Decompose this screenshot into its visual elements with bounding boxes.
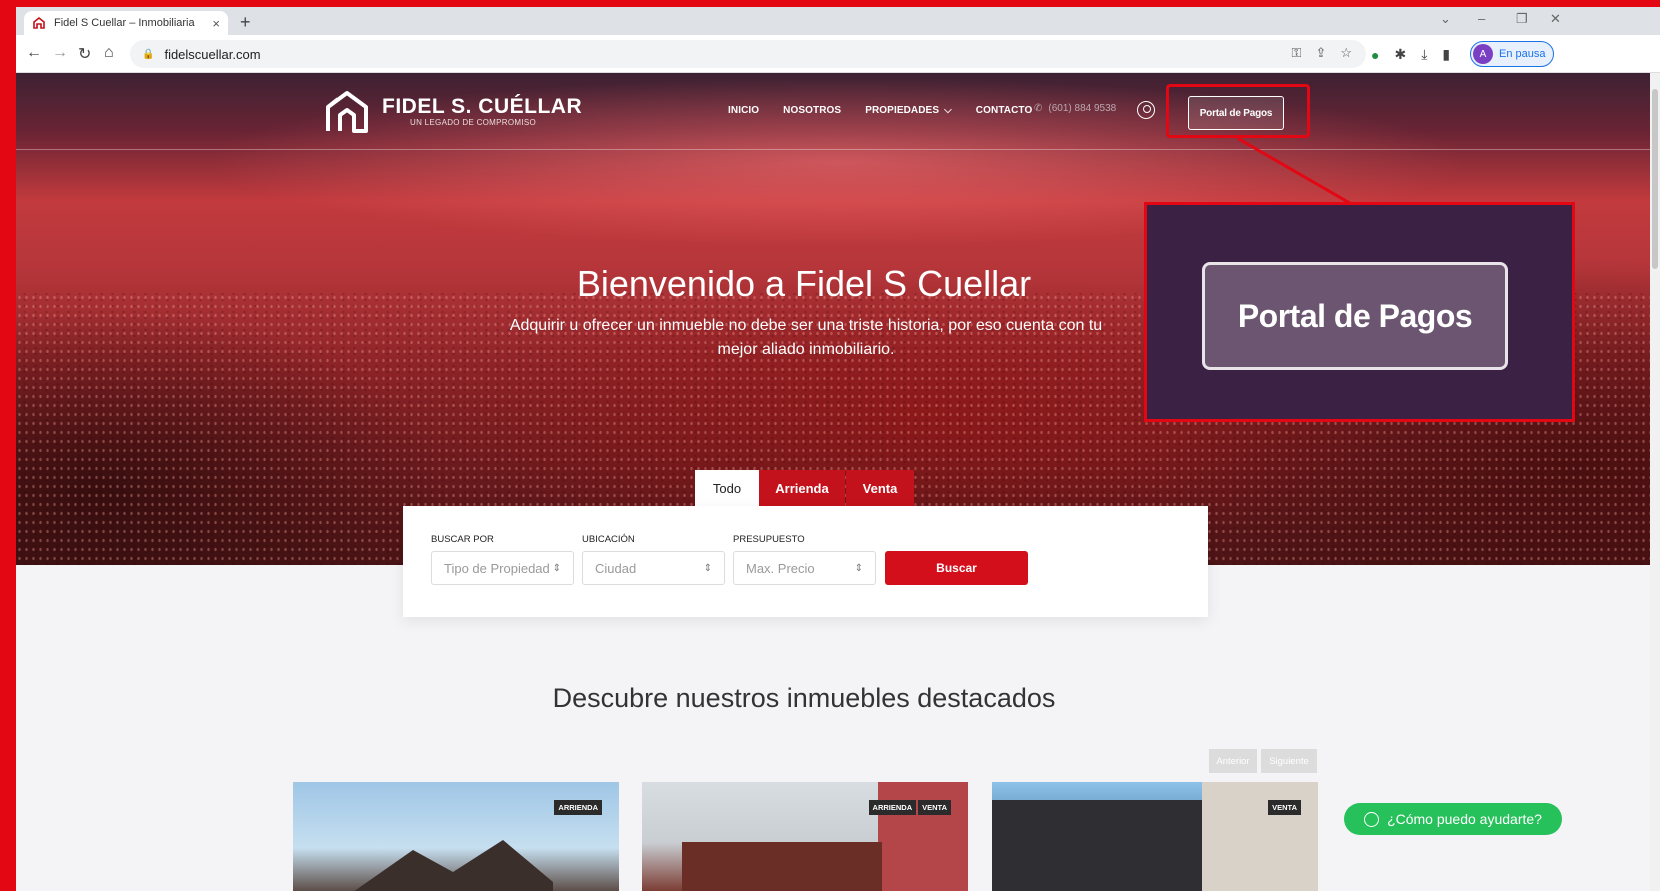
back-icon[interactable]: ← [26,44,42,62]
lock-icon: 🔒 [142,48,155,60]
share-icon[interactable]: ⇪ [1315,45,1326,61]
property-type-label: BUSCAR POR [431,534,494,545]
zoomed-portal-button: Portal de Pagos [1202,262,1508,370]
property-type-select[interactable]: Tipo de Propiedad ⇕ [431,551,574,585]
profile-chip[interactable]: A En pausa [1470,41,1555,67]
extensions-puzzle-icon[interactable]: ✱ [1394,46,1406,63]
search-type-tabs: Todo Arrienda Venta [695,470,914,507]
next-button[interactable]: Siguiente [1261,749,1317,773]
chevron-down-icon: ⌵ [944,105,952,116]
property-card[interactable]: ARRIENDA VENTA [642,782,968,891]
browser-menu-icon[interactable]: ⋮ [1654,45,1660,62]
bookmark-star-icon[interactable]: ☆ [1340,45,1352,61]
tab-arrienda[interactable]: Arrienda [759,470,845,507]
phone-number: (601) 884 9538 [1048,103,1117,114]
side-panel-icon[interactable]: ▮ [1442,46,1450,63]
location-select[interactable]: Ciudad ⇕ [582,551,725,585]
select-arrows-icon: ⇕ [552,562,561,574]
status-badge: VENTA [918,800,951,815]
property-type-placeholder: Tipo de Propiedad [444,560,550,576]
key-icon[interactable]: ⚿ [1292,45,1302,61]
restore-icon[interactable]: ❐ [1516,11,1528,27]
house-logo-icon [326,91,368,133]
status-badge: ARRIENDA [554,800,602,815]
phone-icon: ✆ [1034,103,1043,114]
location-field: UBICACIÓN Ciudad ⇕ [582,534,725,585]
location-label: UBICACIÓN [582,534,635,545]
hero-subtitle: Adquirir u ofrecer un inmueble no debe s… [509,317,1103,358]
property-card[interactable]: ARRIENDA [293,782,619,891]
forward-icon[interactable]: → [52,44,68,62]
annotation-zoom-callout: Portal de Pagos [1144,202,1575,422]
prev-button[interactable]: Anterior [1209,749,1257,773]
tab-close-icon[interactable]: × [212,16,220,31]
site-logo[interactable]: FIDEL S. CUÉLLAR UN LEGADO DE COMPROMISO [324,89,582,133]
scrollbar-thumb[interactable] [1652,89,1658,269]
select-arrows-icon: ⇕ [854,562,863,574]
tab-todo[interactable]: Todo [695,470,759,507]
phone-link[interactable]: ✆ (601) 884 9538 [1034,103,1116,114]
whatsapp-label: ¿Cómo puedo ayudarte? [1387,811,1542,827]
featured-title: Descubre nuestros inmuebles destacados [552,683,1056,713]
select-arrows-icon: ⇕ [703,562,712,574]
browser-tab[interactable]: Fidel S Cuellar – Inmobiliaria × [24,11,228,35]
tab-title: Fidel S Cuellar – Inmobiliaria [54,17,195,29]
address-bar-row: ← → ↻ ⌂ 🔒 fidelscuellar.com ⚿ ⇪ ☆ ● ✱ ⤓ … [16,35,1660,73]
url-field[interactable]: 🔒 fidelscuellar.com ⚿ ⇪ ☆ [130,40,1366,68]
minimize-icon[interactable]: – [1478,11,1485,26]
profile-status: En pausa [1499,48,1546,60]
location-placeholder: Ciudad [595,560,637,576]
nav-nosotros[interactable]: NOSOTROS [783,105,841,116]
nav-propiedades[interactable]: PROPIEDADES ⌵ [865,105,952,116]
whatsapp-icon [1364,811,1380,827]
nav-propiedades-label: PROPIEDADES [865,105,940,116]
main-nav: INICIO NOSOTROS PROPIEDADES ⌵ CONTACTO [728,105,1032,116]
tab-venta[interactable]: Venta [846,470,914,507]
reload-icon[interactable]: ↻ [78,44,91,64]
facade-image [1202,782,1318,891]
home-icon[interactable]: ⌂ [104,44,114,62]
search-button[interactable]: Buscar [885,551,1028,585]
property-type-field: BUSCAR POR Tipo de Propiedad ⇕ [431,534,574,585]
status-badge: VENTA [1268,800,1301,815]
search-card: BUSCAR POR Tipo de Propiedad ⇕ UBICACIÓN… [403,506,1208,617]
status-badge: ARRIENDA [868,800,917,815]
budget-select[interactable]: Max. Precio ⇕ [733,551,876,585]
url-text: fidelscuellar.com [164,46,261,62]
header-divider [16,149,1660,150]
whatsapp-chat-button[interactable]: ¿Cómo puedo ayudarte? [1344,803,1562,835]
avatar: A [1473,44,1493,64]
annotation-highlight-box [1166,84,1310,138]
budget-placeholder: Max. Precio [746,560,815,576]
user-account-icon[interactable] [1137,101,1155,119]
building-image [878,782,968,891]
new-tab-button[interactable]: + [240,12,251,33]
page-scrollbar[interactable] [1650,73,1660,891]
extension-badge-icon[interactable]: ● [1371,47,1379,63]
building-image [992,800,1202,891]
brand-name: FIDEL S. CUÉLLAR [382,94,583,118]
budget-label: PRESUPUESTO [733,534,805,545]
brand-tagline: UN LEGADO DE COMPROMISO [410,117,537,127]
download-icon[interactable]: ⤓ [1421,46,1427,63]
tab-search-icon[interactable]: ⌄ [1440,11,1451,27]
rooftops-image [682,842,882,891]
house-roof-image [354,840,553,891]
site-favicon-icon [33,16,45,29]
close-window-icon[interactable]: ✕ [1550,11,1561,27]
browser-window: Fidel S Cuellar – Inmobiliaria × + ⌄ – ❐… [16,7,1660,891]
nav-contacto[interactable]: CONTACTO [976,105,1033,116]
tab-bar: Fidel S Cuellar – Inmobiliaria × + ⌄ – ❐… [16,7,1660,35]
budget-field: PRESUPUESTO Max. Precio ⇕ [733,534,876,585]
nav-inicio[interactable]: INICIO [728,105,759,116]
property-card[interactable]: VENTA [992,782,1318,891]
